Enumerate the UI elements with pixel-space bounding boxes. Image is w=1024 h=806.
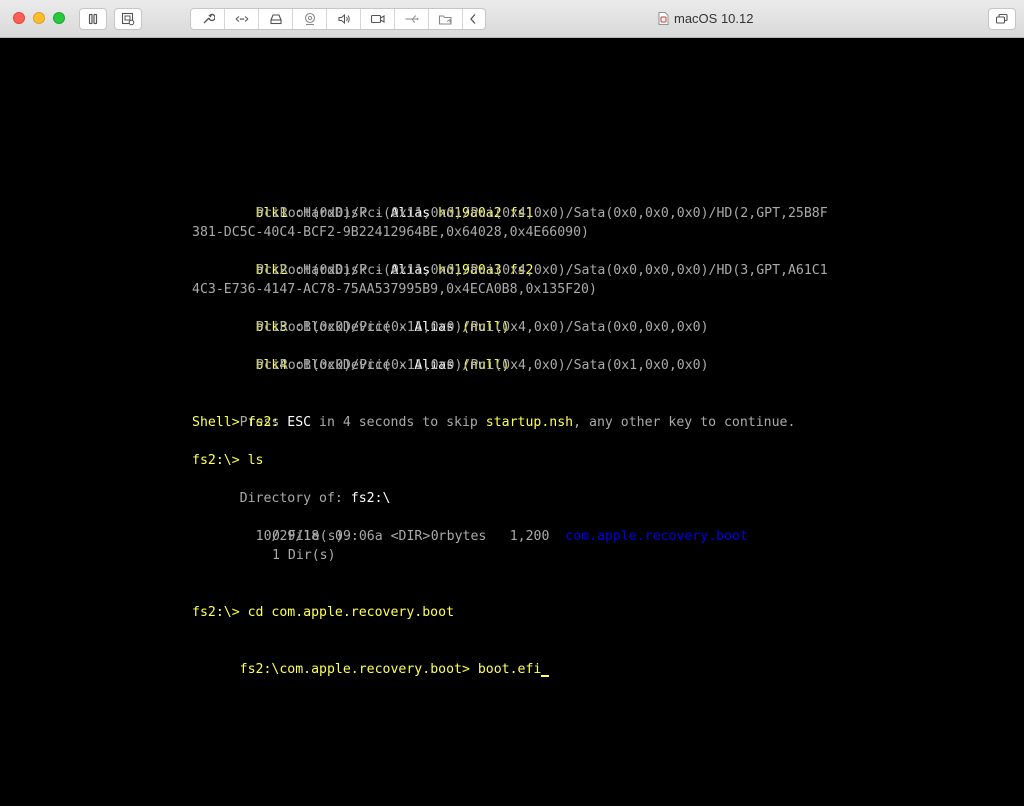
settings-button[interactable] <box>191 9 225 29</box>
blk1-line: blk1 :HardDisk - Alias hd19a0a2 fs1 <box>192 185 534 221</box>
blk1-path-line-1: PciRoot(0x0)/Pci(0x11,0x0)/Pci(0x4,0x0)/… <box>256 206 828 221</box>
cd-command-line: fs2:\> cd com.apple.recovery.boot <box>192 605 455 620</box>
hard-disk-button[interactable] <box>259 9 293 29</box>
network-button[interactable] <box>225 9 259 29</box>
startup-text-3: , any other key to continue. <box>573 415 796 430</box>
vm-document-icon <box>658 12 669 25</box>
files-summary-line: 0 File(s) 0 bytes <box>272 529 487 544</box>
esc-key-text: ESC <box>287 415 312 430</box>
vm-device-toolbar <box>190 8 486 30</box>
ls-command-line: fs2:\> ls <box>192 453 264 468</box>
vm-window: macOS 10.12 blk1 :HardDisk - Alias hd19a… <box>0 0 1024 806</box>
chevron-left-icon <box>470 14 476 24</box>
wrench-icon <box>203 13 215 24</box>
shell-prompt-line: Shell> fs2: <box>192 415 280 430</box>
window-titlebar: macOS 10.12 <box>0 0 1024 38</box>
fullscreen-button[interactable] <box>988 8 1016 30</box>
directory-of-line: Directory of: fs2:\ <box>192 470 391 506</box>
blk3-line: blk3 :BlockDevice - Alias (null) <box>192 299 510 335</box>
startup-prompt-line: Press ESC in 4 seconds to skip startup.n… <box>192 394 796 430</box>
zoom-window-button[interactable] <box>53 12 65 24</box>
pause-button[interactable] <box>79 8 107 30</box>
window-title: macOS 10.12 <box>658 11 754 26</box>
directory-of-label: Directory of: <box>239 491 351 506</box>
efi-shell-console[interactable]: blk1 :HardDisk - Alias hd19a0a2 fs1 PciR… <box>0 38 1024 806</box>
camera-disabled-button[interactable] <box>293 9 327 29</box>
directory-of-value: fs2:\ <box>350 491 391 506</box>
window-title-text: macOS 10.12 <box>674 11 754 26</box>
blk4-path-line: PciRoot(0x0)/Pci(0x11,0x0)/Pci(0x4,0x0)/… <box>256 358 709 373</box>
snapshot-button[interactable] <box>114 8 142 30</box>
shared-folder-icon <box>438 14 452 25</box>
blk4-line: blk4 :BlockDevice - Alias (null) <box>192 337 510 373</box>
network-arrows-icon <box>235 16 248 22</box>
dirs-summary-line: 1 Dir(s) <box>272 548 336 563</box>
blk3-path-line: PciRoot(0x0)/Pci(0x11,0x0)/Pci(0x4,0x0)/… <box>256 320 709 335</box>
usb-button[interactable] <box>395 9 429 29</box>
sound-button[interactable] <box>327 9 361 29</box>
video-camera-icon <box>370 14 385 24</box>
usb-icon <box>405 15 418 23</box>
blk2-line: blk2 :HardDisk - Alias hd19a0a3 fs2 <box>192 242 534 278</box>
blk1-path-line-2: 381-DC5C-40C4-BCF2-9B22412964BE,0x64028,… <box>192 225 589 240</box>
directory-entry-name: com.apple.recovery.boot <box>565 529 748 544</box>
shared-folders-button[interactable] <box>429 9 463 29</box>
boot-command-line[interactable]: fs2:\com.apple.recovery.boot> boot.efi <box>192 641 550 677</box>
fullscreen-icon <box>995 13 1008 24</box>
text-cursor <box>541 675 550 677</box>
close-window-button[interactable] <box>13 12 25 24</box>
startup-text-2: in 4 seconds to skip <box>311 415 486 430</box>
webcam-icon <box>304 12 315 26</box>
snapshot-icon <box>121 12 135 26</box>
video-camera-button[interactable] <box>361 9 395 29</box>
hard-disk-icon <box>269 14 282 25</box>
blk2-path-line-1: PciRoot(0x0)/Pci(0x11,0x0)/Pci(0x4,0x0)/… <box>256 263 828 278</box>
blk2-path-line-2: 4C3-E736-4147-AC78-75AA537995B9,0x4ECA0B… <box>192 282 597 297</box>
directory-entry-row: 10/29/18 09:06a <DIR> r 1,200 com.apple.… <box>208 508 748 544</box>
startup-nsh-text: startup.nsh <box>485 415 574 430</box>
collapse-toolbar-button[interactable] <box>463 9 483 29</box>
boot-command-text: fs2:\com.apple.recovery.boot> boot.efi <box>239 662 542 677</box>
speaker-icon <box>337 13 350 25</box>
pause-icon <box>88 13 98 25</box>
minimize-window-button[interactable] <box>33 12 45 24</box>
